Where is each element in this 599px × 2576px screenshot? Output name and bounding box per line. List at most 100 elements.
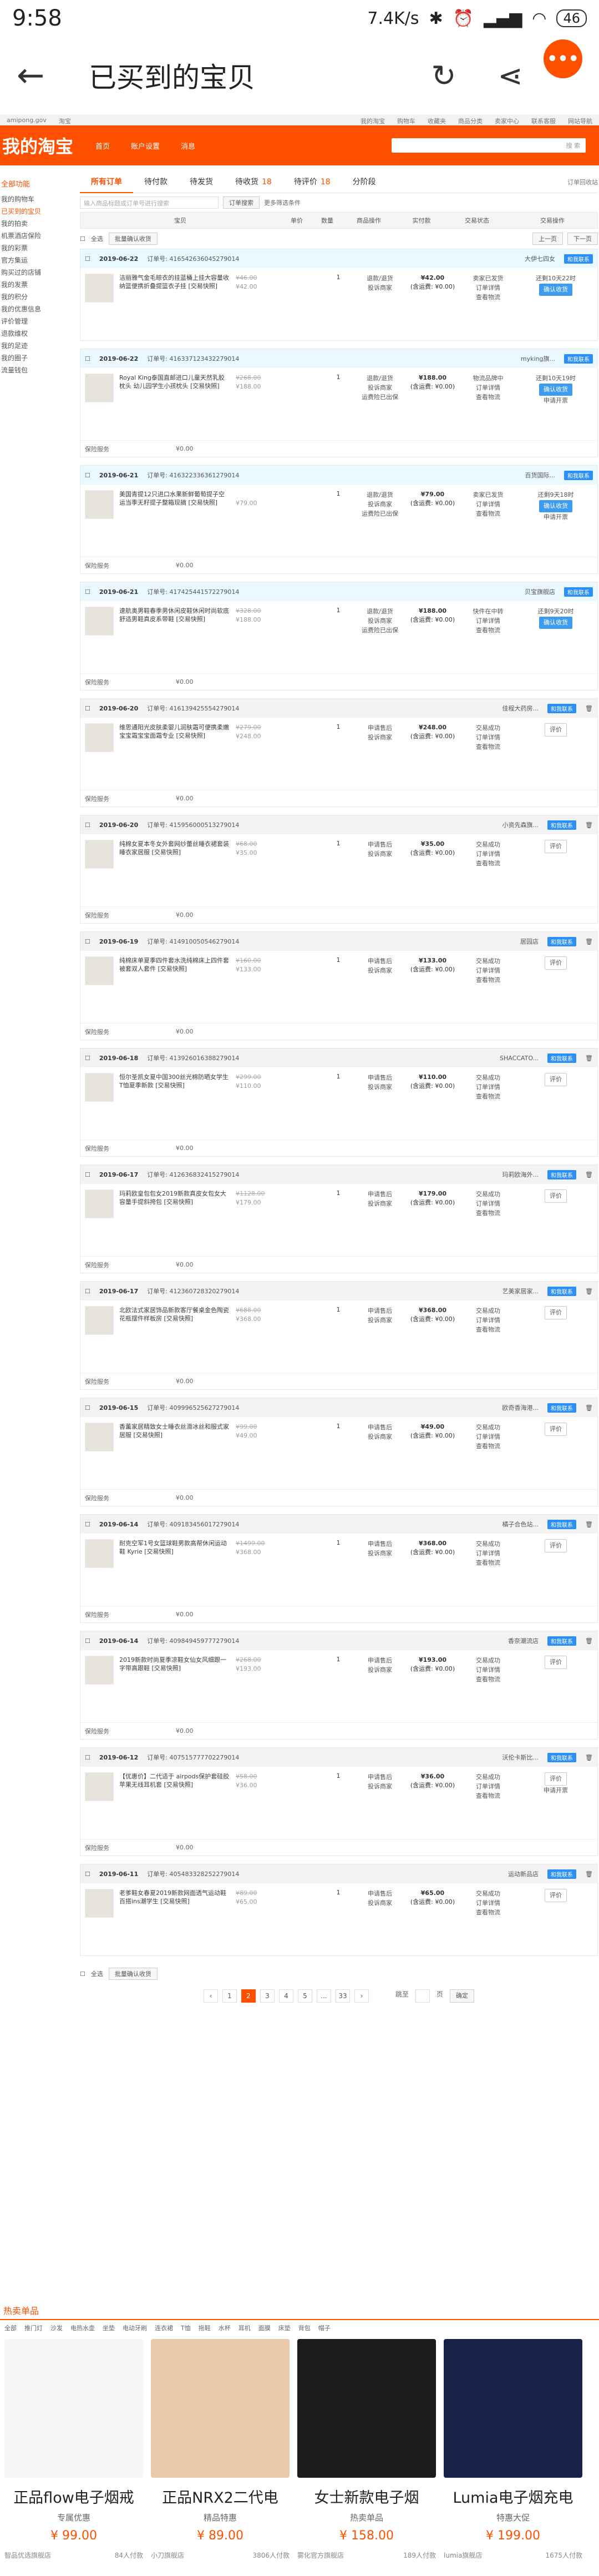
chat-seller-button[interactable]: 和我联系: [547, 1286, 577, 1296]
left-nav-item[interactable]: 我的优惠信息: [1, 303, 62, 315]
status-link[interactable]: 订单详情: [458, 283, 519, 293]
product-thumbnail[interactable]: [85, 723, 114, 752]
order-checkbox[interactable]: ☐: [85, 821, 90, 829]
page-link[interactable]: 33: [335, 1989, 350, 2003]
search-button[interactable]: 搜 索: [566, 141, 581, 150]
confirm-receipt-button[interactable]: 确认收货: [539, 500, 572, 512]
status-link[interactable]: 订单详情: [458, 1549, 519, 1558]
prev-page-button[interactable]: 上一页: [532, 233, 563, 245]
order-checkbox[interactable]: ☐: [85, 1288, 90, 1295]
nav-account-settings[interactable]: 账户设置: [131, 140, 160, 151]
order-checkbox[interactable]: ☐: [85, 1871, 90, 1878]
status-link[interactable]: 查看物流: [458, 859, 519, 868]
select-all-checkbox[interactable]: ☐: [80, 235, 85, 243]
item-operation-link[interactable]: 投诉商家: [352, 1432, 408, 1441]
status-link[interactable]: 查看物流: [458, 1675, 519, 1684]
item-operation-link[interactable]: 投诉商家: [352, 1315, 408, 1325]
page-link[interactable]: 5: [297, 1989, 312, 2003]
hot-category[interactable]: 坐垫: [103, 2323, 115, 2332]
left-nav-item[interactable]: 官方集运: [1, 254, 62, 266]
shop-name[interactable]: 佳程大药房...: [502, 704, 539, 713]
hot-item-card[interactable]: 正品flow电子烟戒 专属优惠 ¥ 99.00 智品优选旗舰店 84人付款: [4, 2339, 143, 2560]
review-button[interactable]: 评价: [545, 956, 567, 970]
hot-item-image[interactable]: [151, 2339, 290, 2478]
item-operation-link[interactable]: 投诉商家: [352, 616, 408, 626]
top-link[interactable]: 商品分类: [458, 117, 483, 125]
chat-seller-button[interactable]: 和我联系: [564, 587, 593, 597]
order-checkbox[interactable]: ☐: [85, 472, 90, 479]
product-thumbnail[interactable]: [85, 607, 114, 636]
item-operation-link[interactable]: 申请售后: [352, 723, 408, 733]
top-link[interactable]: 淘宝: [59, 117, 71, 125]
order-checkbox[interactable]: ☐: [85, 1521, 90, 1528]
status-link[interactable]: 订单详情: [458, 849, 519, 859]
status-link[interactable]: 查看物流: [458, 1325, 519, 1334]
goto-confirm-button[interactable]: 确定: [450, 1989, 475, 2003]
hot-category[interactable]: 电热水壶: [70, 2323, 95, 2332]
product-title[interactable]: 2019新款时尚夏季凉鞋女仙女风细跟一字带高跟鞋 [交易快照]: [119, 1656, 230, 1717]
product-title[interactable]: 老爹鞋女春夏2019新款网面透气运动鞋百搭ins潮学生 [交易快照]: [119, 1889, 230, 1950]
item-operation-link[interactable]: 退款/退货: [352, 490, 408, 500]
item-operation-link[interactable]: 投诉商家: [352, 966, 408, 975]
product-title[interactable]: 美国青提12只进口水果新鲜葡萄提子空运当季无籽提子整箱现摘 [交易快照]: [119, 490, 230, 551]
page-link[interactable]: ›: [354, 1989, 369, 2003]
status-link[interactable]: 订单详情: [458, 1665, 519, 1675]
left-nav-item[interactable]: 我的拍卖: [1, 218, 62, 230]
chat-seller-button[interactable]: 和我联系: [547, 1403, 577, 1413]
product-title[interactable]: 【优惠价】二代适于 airpods保护套硅胶苹果无线耳机套 [交易快照]: [119, 1772, 230, 1833]
nav-home[interactable]: 首页: [95, 140, 110, 151]
page-link[interactable]: 4: [278, 1989, 293, 2003]
product-title[interactable]: 速航奥男鞋春季男休闲皮鞋休闲时尚软底舒适男鞋真皮系带鞋 [交易快照]: [119, 607, 230, 668]
item-operation-link[interactable]: 申请售后: [352, 1073, 408, 1082]
review-button[interactable]: 评价: [545, 1306, 567, 1319]
product-thumbnail[interactable]: [85, 1189, 114, 1218]
order-checkbox[interactable]: ☐: [85, 255, 90, 263]
hot-item-card[interactable]: Lumia电子烟充电 特惠大促 ¥ 199.00 lumia旗舰店 1675人付款: [444, 2339, 582, 2560]
order-checkbox[interactable]: ☐: [85, 1637, 90, 1645]
status-link[interactable]: 订单详情: [458, 733, 519, 742]
item-operation-link[interactable]: 投诉商家: [352, 1782, 408, 1791]
item-operation-link[interactable]: 投诉商家: [352, 1665, 408, 1675]
confirm-receipt-button[interactable]: 确认收货: [539, 617, 572, 629]
hot-item-shop[interactable]: 小刀旗舰店: [151, 2550, 184, 2560]
status-link[interactable]: 查看物流: [458, 1908, 519, 1917]
status-link[interactable]: 订单详情: [458, 1898, 519, 1908]
review-button[interactable]: 评价: [545, 1772, 567, 1786]
nav-messages[interactable]: 消息: [181, 140, 195, 151]
hot-item-image[interactable]: [4, 2339, 143, 2478]
shop-name[interactable]: 百货国际...: [525, 471, 556, 480]
shop-name[interactable]: 居园店: [520, 937, 539, 946]
refresh-icon[interactable]: ↻: [410, 58, 477, 93]
hot-category[interactable]: 连衣裙: [155, 2323, 173, 2332]
status-link[interactable]: 订单详情: [458, 1082, 519, 1092]
status-link[interactable]: 查看物流: [458, 742, 519, 752]
top-link[interactable]: 网站导航: [568, 117, 592, 125]
order-checkbox[interactable]: ☐: [85, 355, 90, 362]
tab-pending-payment[interactable]: 待付款: [133, 171, 179, 193]
order-checkbox[interactable]: ☐: [85, 1404, 90, 1411]
left-nav-item[interactable]: 退款维权: [1, 327, 62, 340]
chat-seller-button[interactable]: 和我联系: [564, 470, 593, 480]
delete-order-icon[interactable]: 🗑: [585, 705, 593, 712]
hot-item-image[interactable]: [444, 2339, 582, 2478]
review-button[interactable]: 评价: [545, 1539, 567, 1552]
shop-name[interactable]: 大伊七四女: [525, 254, 555, 263]
next-page-button[interactable]: 下一页: [567, 233, 598, 245]
hot-category[interactable]: 拖鞋: [199, 2323, 211, 2332]
hot-item-image[interactable]: [297, 2339, 436, 2478]
chat-seller-button[interactable]: 和我联系: [547, 1519, 577, 1529]
chat-seller-button[interactable]: 和我联系: [564, 354, 593, 364]
tab-staged[interactable]: 分阶段: [342, 171, 387, 193]
chat-seller-button[interactable]: 和我联系: [547, 1752, 577, 1762]
hot-category[interactable]: 帽子: [318, 2323, 331, 2332]
item-operation-link[interactable]: 投诉商家: [352, 500, 408, 509]
delete-order-icon[interactable]: 🗑: [585, 821, 593, 829]
order-checkbox[interactable]: ☐: [85, 588, 90, 596]
product-title[interactable]: 耐克空军1号女篮球鞋男款高帮休闲运动鞋 Kyrie [交易快照]: [119, 1539, 230, 1600]
left-nav-item[interactable]: 我的购物车: [1, 193, 62, 205]
item-operation-link[interactable]: 投诉商家: [352, 849, 408, 859]
goto-page-input[interactable]: [415, 1989, 430, 2003]
chat-seller-button[interactable]: 和我联系: [547, 703, 577, 713]
page-link[interactable]: ...: [316, 1989, 331, 2003]
hot-item-name[interactable]: Lumia电子烟充电: [444, 2486, 582, 2507]
